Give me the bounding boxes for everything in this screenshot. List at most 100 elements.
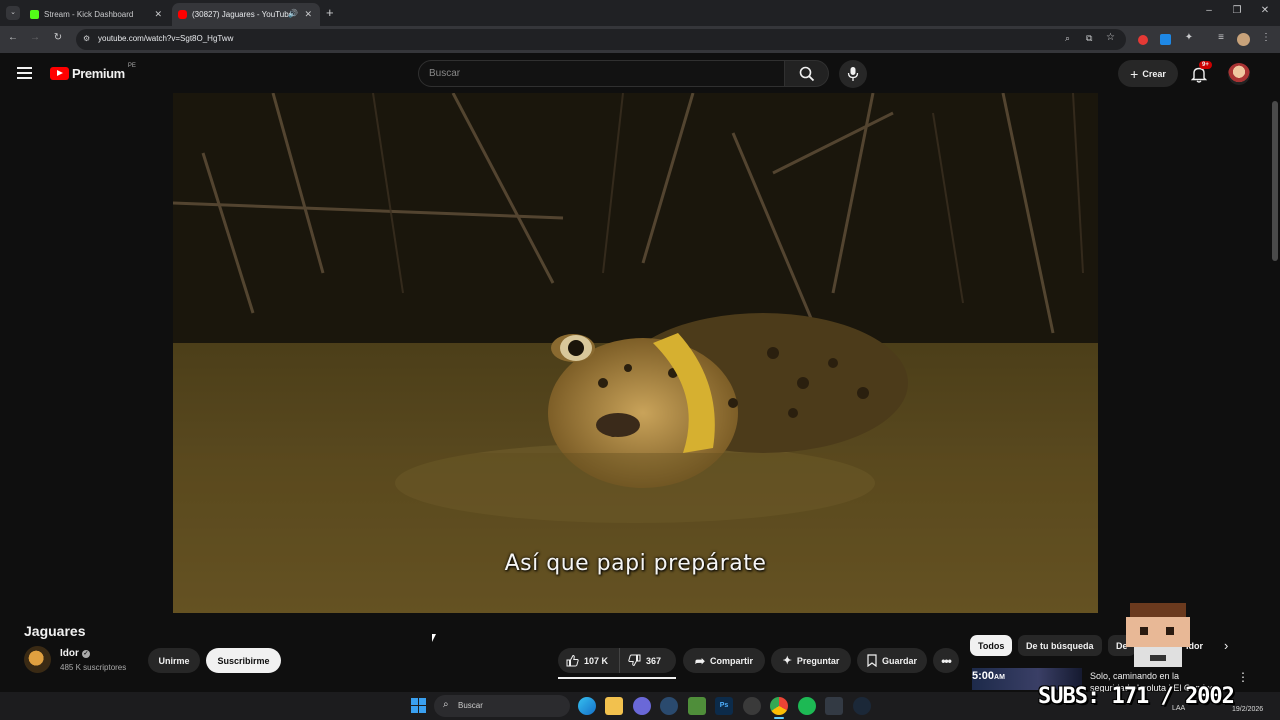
reload-icon[interactable]: ↻ bbox=[51, 32, 65, 43]
browser-tab-strip: ⌄ Stream - Kick Dashboard ✕ (30827) Jagu… bbox=[0, 0, 1280, 26]
join-button[interactable]: Unirme bbox=[148, 648, 200, 673]
voice-search-button[interactable] bbox=[839, 60, 867, 88]
chips-next-icon[interactable]: › bbox=[1224, 638, 1228, 653]
extension-red-icon[interactable] bbox=[1138, 35, 1148, 45]
browser-menu-icon[interactable]: ⋮ bbox=[1259, 32, 1273, 43]
create-button[interactable]: + Crear bbox=[1118, 60, 1178, 87]
kick-icon bbox=[30, 10, 39, 19]
bookmark-icon bbox=[867, 654, 877, 667]
chip-todos[interactable]: Todos bbox=[970, 635, 1013, 656]
like-dislike-group: 107 K 367 bbox=[558, 648, 676, 673]
system-date[interactable]: 19/2/2026 bbox=[1232, 706, 1263, 713]
back-icon[interactable]: ← bbox=[6, 32, 20, 43]
ask-button[interactable]: ✦ Preguntar bbox=[771, 648, 851, 673]
channel-name[interactable]: Idor ✓ bbox=[60, 648, 90, 659]
cursor-icon bbox=[432, 634, 436, 642]
minecraft-icon[interactable] bbox=[688, 697, 706, 715]
hamburger-menu-icon[interactable] bbox=[17, 67, 32, 79]
spotify-icon[interactable] bbox=[798, 697, 816, 715]
windows-start-icon[interactable] bbox=[410, 697, 428, 715]
subscribe-button[interactable]: Suscribirme bbox=[206, 648, 281, 673]
app-icon[interactable] bbox=[825, 697, 843, 715]
file-explorer-icon[interactable] bbox=[605, 697, 623, 715]
speaker-icon[interactable]: 🔊 bbox=[288, 9, 298, 18]
search-button[interactable] bbox=[785, 60, 829, 87]
microphone-icon bbox=[847, 67, 859, 81]
video-player[interactable]: Así que papi prepárate bbox=[173, 93, 1098, 613]
tab-youtube-jaguares[interactable]: (30827) Jaguares - YouTube 🔊 ✕ bbox=[172, 3, 320, 26]
tab-title: (30827) Jaguares - YouTube bbox=[192, 10, 294, 19]
dislike-button[interactable]: 367 bbox=[620, 648, 661, 673]
share-button[interactable]: ➦ Compartir bbox=[683, 648, 765, 673]
logo-region: PE bbox=[127, 62, 136, 69]
search-placeholder: Buscar bbox=[429, 68, 461, 79]
site-info-icon[interactable]: ⚙ bbox=[83, 34, 90, 43]
like-progress-underline bbox=[558, 677, 676, 679]
edge-icon[interactable] bbox=[578, 697, 596, 715]
forward-icon[interactable]: → bbox=[28, 32, 42, 43]
close-window-button[interactable]: ✕ bbox=[1251, 5, 1279, 16]
channel-name-text: Idor bbox=[60, 648, 79, 659]
taskbar-search-input[interactable]: ⌕ Buscar bbox=[434, 695, 570, 717]
youtube-premium-logo[interactable]: Premium PE bbox=[50, 62, 136, 81]
account-avatar[interactable] bbox=[1228, 63, 1250, 85]
notifications-button[interactable]: 9+ bbox=[1190, 61, 1212, 84]
ask-label: Preguntar bbox=[796, 655, 840, 666]
plus-icon: + bbox=[1130, 65, 1139, 82]
media-control-icon[interactable]: ≡ bbox=[1214, 32, 1228, 43]
page-scrollbar[interactable] bbox=[1272, 93, 1278, 692]
new-tab-button[interactable]: + bbox=[326, 5, 334, 20]
search-icon: ⌕ bbox=[443, 699, 449, 710]
notification-badge: 9+ bbox=[1199, 61, 1212, 69]
chrome-icon[interactable] bbox=[770, 697, 788, 715]
discord-icon[interactable] bbox=[633, 697, 651, 715]
obs-icon[interactable] bbox=[743, 697, 761, 715]
thumbs-up-icon bbox=[566, 654, 579, 667]
search-icon bbox=[799, 66, 815, 82]
close-tab-icon[interactable]: ✕ bbox=[304, 9, 312, 20]
share-icon: ➦ bbox=[694, 653, 706, 668]
create-label: Crear bbox=[1142, 68, 1166, 79]
address-bar[interactable]: ⚙ youtube.com/watch?v=Sgt8O_HgTww ⌕ ⧉ ☆ bbox=[76, 29, 1126, 50]
tab-search-button[interactable]: ⌄ bbox=[6, 6, 20, 20]
youtube-header: Premium PE Buscar + Crear 9+ bbox=[0, 53, 1280, 93]
like-count: 107 K bbox=[584, 655, 609, 666]
share-label: Compartir bbox=[710, 655, 754, 666]
restore-button[interactable]: ❐ bbox=[1223, 5, 1251, 16]
close-tab-icon[interactable]: ✕ bbox=[154, 9, 162, 20]
pixel-art-streamer-overlay bbox=[1122, 603, 1194, 669]
verified-icon: ✓ bbox=[81, 649, 90, 658]
more-actions-button[interactable]: ••• bbox=[933, 648, 959, 673]
thumbs-down-icon bbox=[628, 654, 641, 667]
recommendation-title-line1: Solo, caminando en la bbox=[1090, 671, 1180, 681]
save-button[interactable]: Guardar bbox=[857, 648, 927, 673]
search-input[interactable]: Buscar bbox=[418, 60, 785, 87]
video-subtitle: Así que papi prepárate bbox=[504, 551, 767, 576]
youtube-icon bbox=[178, 10, 187, 19]
channel-avatar[interactable] bbox=[24, 646, 51, 673]
save-label: Guardar bbox=[881, 655, 917, 666]
steam-icon[interactable] bbox=[660, 697, 678, 715]
thumbnail-time-suffix: AM bbox=[994, 674, 1005, 681]
photoshop-icon[interactable]: Ps bbox=[715, 697, 733, 715]
extensions-puzzle-icon[interactable]: ✦ bbox=[1182, 32, 1196, 43]
tab-kick-dashboard[interactable]: Stream - Kick Dashboard ✕ bbox=[24, 3, 170, 26]
bookmark-star-icon[interactable]: ☆ bbox=[1106, 32, 1115, 43]
zoom-icon[interactable]: ⌕ bbox=[1065, 33, 1070, 44]
steam-alt-icon[interactable] bbox=[853, 697, 871, 715]
install-app-icon[interactable]: ⧉ bbox=[1086, 33, 1092, 44]
jaguar-in-river-frame bbox=[173, 93, 1098, 613]
minimize-button[interactable]: – bbox=[1195, 5, 1223, 16]
scrollbar-thumb[interactable] bbox=[1272, 101, 1278, 261]
subs-goal-overlay: SUBS: 171 / 2002 bbox=[1038, 684, 1235, 709]
video-title: Jaguares bbox=[24, 623, 86, 639]
recommendation-menu-icon[interactable]: ⋮ bbox=[1237, 670, 1249, 684]
profile-avatar[interactable] bbox=[1237, 33, 1250, 46]
extension-translate-icon[interactable] bbox=[1160, 34, 1171, 45]
active-app-indicator bbox=[774, 717, 784, 719]
like-button[interactable]: 107 K bbox=[558, 648, 620, 673]
chip-de-tu-busqueda[interactable]: De tu búsqueda bbox=[1018, 635, 1102, 656]
subscriber-count: 485 K suscriptores bbox=[60, 663, 127, 672]
url-text: youtube.com/watch?v=Sgt8O_HgTww bbox=[98, 34, 234, 43]
browser-toolbar: ← → ↻ ⚙ youtube.com/watch?v=Sgt8O_HgTww … bbox=[0, 26, 1280, 53]
